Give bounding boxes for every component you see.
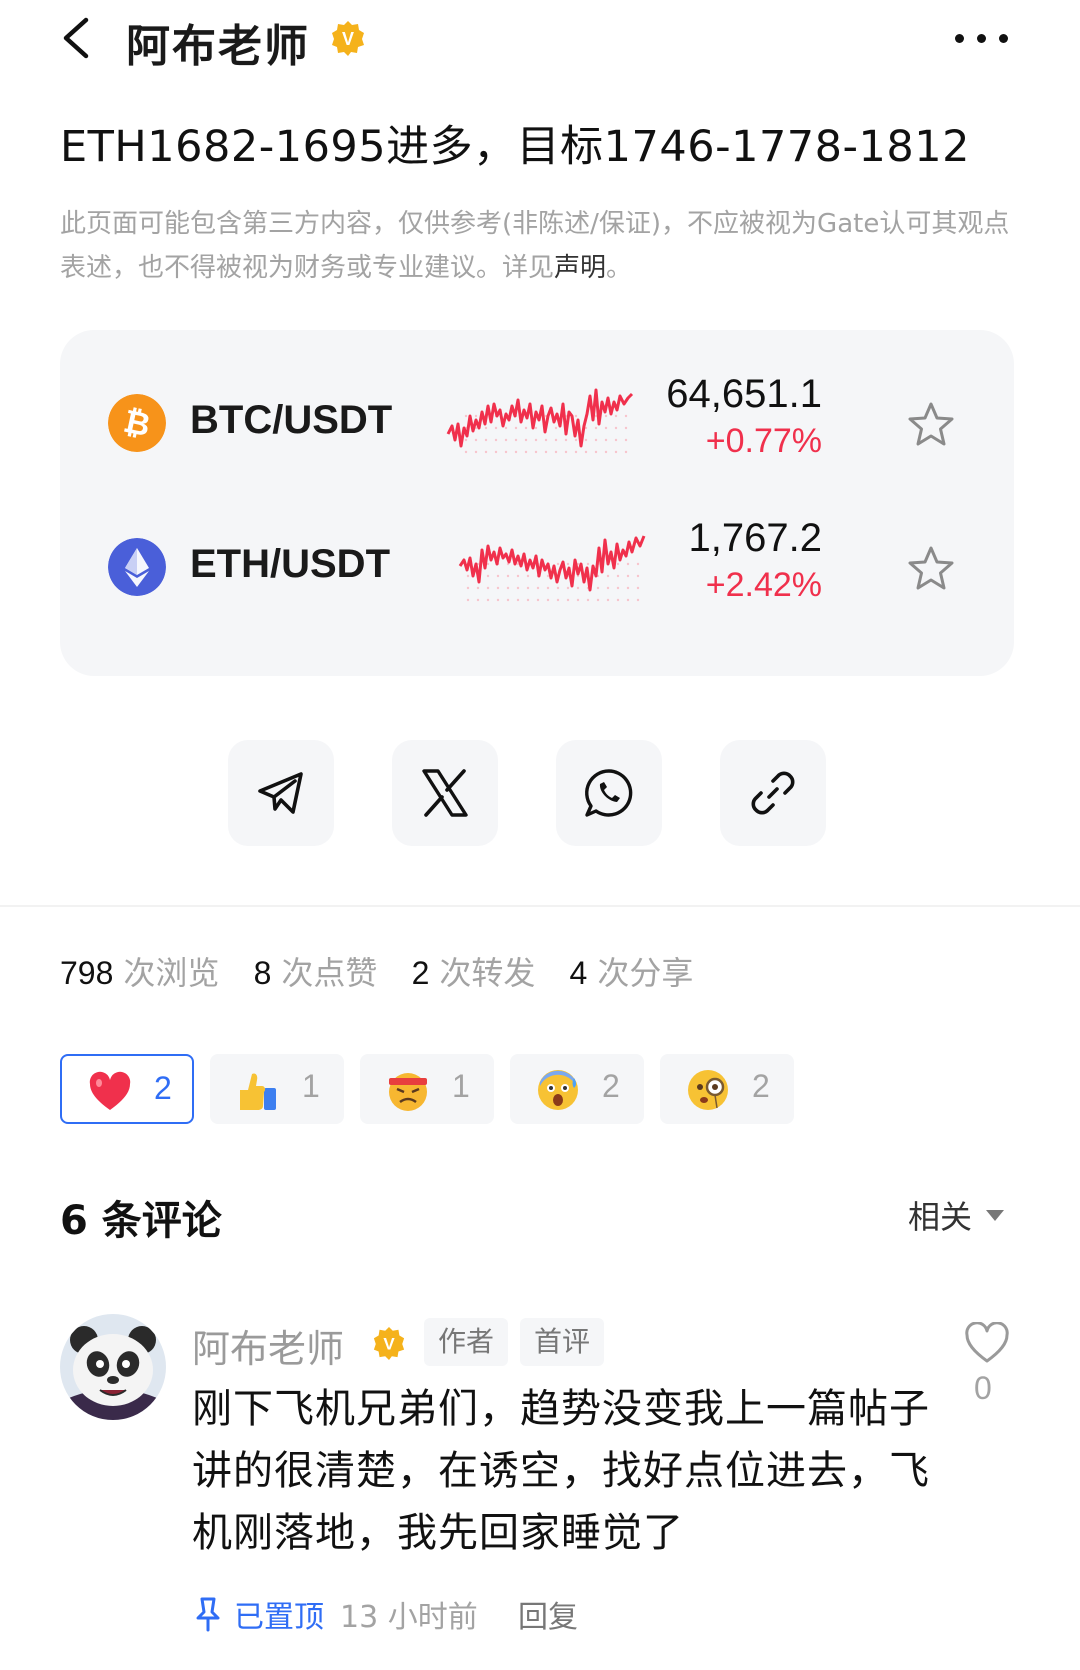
x-icon [422, 769, 468, 817]
btc-sparkline-chart [446, 388, 634, 454]
comments-count: 6 条评论 [60, 1198, 222, 1244]
svg-text:V: V [383, 1335, 395, 1354]
reposts-label: 次转发 [439, 954, 536, 992]
price-change: +2.42% [705, 566, 822, 604]
reaction-count: 2 [602, 1068, 620, 1104]
pinned-label: 已置顶 [234, 1600, 324, 1635]
back-arrow-icon[interactable] [58, 14, 98, 62]
like-heart-icon[interactable] [964, 1322, 1010, 1364]
like-count: 0 [974, 1370, 992, 1406]
fearful-face-emoji-icon [538, 1070, 578, 1110]
views-label: 次浏览 [123, 954, 220, 992]
post-title: ETH1682-1695进多，目标1746-1778-1812 [60, 122, 970, 172]
comment-time: 13 小时前 [340, 1600, 478, 1635]
price-change: +0.77% [705, 422, 822, 460]
comment-author[interactable]: 阿布老师 [192, 1318, 344, 1373]
likes-label: 次点赞 [281, 954, 378, 992]
copy-link-button[interactable] [720, 740, 826, 846]
disclaimer-link[interactable]: 声明 [554, 253, 606, 283]
sort-dropdown[interactable]: 相关 [908, 1192, 972, 1238]
bitcoin-icon: ₿ [108, 394, 166, 452]
reaction-monocle[interactable]: 2 [660, 1054, 794, 1124]
share-whatsapp-button[interactable] [556, 740, 662, 846]
caret-down-icon[interactable] [986, 1210, 1004, 1221]
disclaimer: 此页面可能包含第三方内容，仅供参考(非陈述/保证)，不应被视为Gate认可其观点… [60, 202, 1020, 290]
reposts-count: 2 [411, 955, 430, 991]
comment-text: 刚下飞机兄弟们，趋势没变我上一篇帖子讲的很清楚，在诱空，找好点位进去，飞机刚落地… [192, 1386, 930, 1556]
verified-badge-icon: V [332, 21, 364, 56]
reaction-count: 1 [302, 1068, 320, 1104]
whatsapp-icon [585, 769, 633, 817]
likes-count: 8 [253, 955, 272, 991]
telegram-icon [258, 772, 303, 814]
price-value: 1,767.2 [688, 516, 822, 560]
views-count: 798 [60, 955, 114, 991]
ticker-row-btc[interactable]: ₿ BTC/USDT 64,651.1 +0.77% [60, 368, 1014, 478]
shares-label: 次分享 [597, 954, 694, 992]
author-tag: 作者 [424, 1318, 509, 1366]
ethereum-icon [108, 538, 166, 596]
price-value: 64,651.1 [666, 372, 822, 416]
first-comment-tag: 首评 [520, 1318, 605, 1366]
top-bar: 阿布老师 V [0, 0, 1080, 80]
favorite-star-icon[interactable] [906, 400, 956, 450]
eth-sparkline-chart [458, 535, 646, 602]
reaction-thumbs-up[interactable]: 1 [210, 1054, 344, 1124]
reaction-angry[interactable]: 1 [360, 1054, 494, 1124]
avatar[interactable] [60, 1314, 166, 1420]
shares-count: 4 [569, 955, 588, 991]
pair-label: ETH/USDT [190, 542, 390, 586]
heart-emoji-icon [89, 1071, 131, 1110]
monocle-face-emoji-icon [688, 1070, 728, 1110]
reaction-fearful[interactable]: 2 [510, 1054, 644, 1124]
reaction-count: 2 [154, 1070, 172, 1106]
thumbs-up-emoji-icon [240, 1073, 276, 1110]
favorite-star-icon[interactable] [906, 544, 956, 594]
reaction-count: 1 [452, 1068, 470, 1104]
section-divider [0, 905, 1080, 907]
reaction-heart[interactable]: 2 [60, 1054, 194, 1124]
disclaimer-end: 。 [606, 253, 633, 283]
reply-button[interactable]: 回复 [518, 1592, 578, 1636]
reaction-count: 2 [752, 1068, 770, 1104]
link-icon [751, 771, 795, 815]
svg-text:V: V [342, 29, 354, 49]
disclaimer-text: 此页面可能包含第三方内容，仅供参考(非陈述/保证)，不应被视为Gate认可其观点… [60, 209, 1010, 283]
more-options-icon[interactable] [955, 34, 1011, 44]
market-card: ₿ BTC/USDT 64,651.1 +0.77% ETH/USDT 1,76… [60, 330, 1014, 676]
verified-badge-icon: V [373, 1326, 405, 1360]
ticker-row-eth[interactable]: ETH/USDT 1,767.2 +2.42% [60, 512, 1014, 622]
page-title[interactable]: 阿布老师 [126, 10, 310, 74]
pair-label: BTC/USDT [190, 398, 393, 442]
pin-icon [196, 1597, 220, 1632]
share-x-button[interactable] [392, 740, 498, 846]
share-telegram-button[interactable] [228, 740, 334, 846]
angry-face-emoji-icon [389, 1073, 427, 1111]
post-stats: 798 次浏览 8 次点赞 2 次转发 4 次分享 [60, 948, 717, 994]
